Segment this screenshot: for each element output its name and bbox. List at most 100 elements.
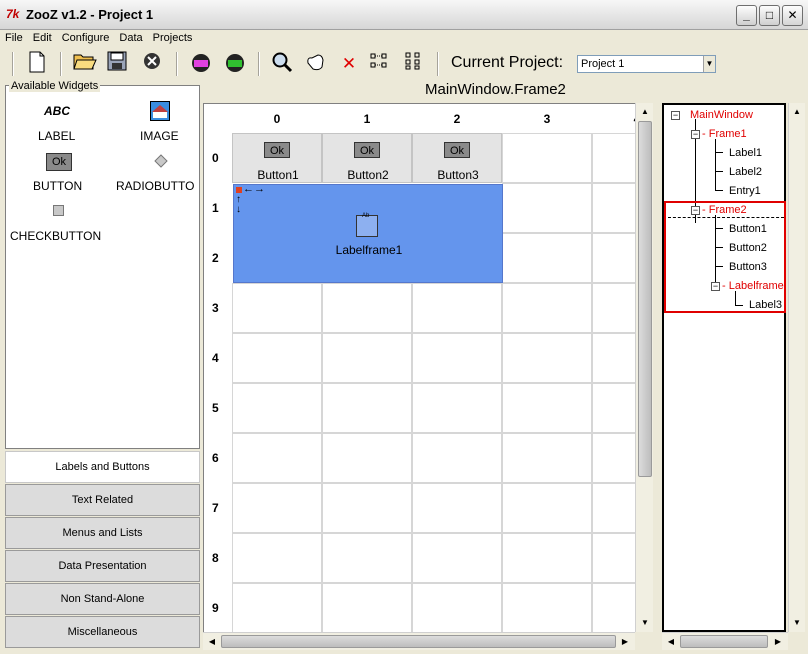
close-button[interactable]: ✕	[782, 5, 803, 26]
scroll-right-icon[interactable]: ▶	[617, 634, 633, 650]
tree-vertical-scrollbar[interactable]: ▲ ▼	[788, 103, 805, 632]
button3-widget[interactable]: Ok	[444, 142, 470, 158]
category-menus-and-lists[interactable]: Menus and Lists	[5, 517, 200, 549]
grid-cell[interactable]	[502, 133, 592, 183]
grid-cell-button3[interactable]: Ok Button3	[412, 133, 502, 183]
grid-cell[interactable]	[592, 333, 635, 383]
project-select[interactable]: Project 1	[577, 55, 716, 73]
grid-cell[interactable]	[502, 583, 592, 632]
grid-cell[interactable]	[502, 483, 592, 533]
resize-handle-icon[interactable]	[236, 187, 242, 193]
search-icon[interactable]	[269, 51, 295, 77]
labelframe-widget[interactable]: ←→ ↑ ↓ Ab Labelframe1	[233, 183, 503, 283]
image-widget-icon[interactable]	[150, 101, 170, 124]
grid-cell[interactable]	[412, 283, 502, 333]
grid-cell-button1[interactable]: Ok Button1	[232, 133, 322, 183]
grid-cell[interactable]	[322, 483, 412, 533]
menu-edit[interactable]: Edit	[28, 30, 57, 46]
tree-node-mainwindow[interactable]: MainWindow	[690, 109, 753, 121]
grid-cell[interactable]	[412, 333, 502, 383]
grid-cell[interactable]	[412, 583, 502, 632]
grid-cell[interactable]	[502, 283, 592, 333]
scroll-left-icon[interactable]: ◀	[204, 634, 220, 650]
tree-node-entry1[interactable]: Entry1	[729, 185, 761, 197]
grid-cell[interactable]	[592, 483, 635, 533]
category-miscellaneous[interactable]: Miscellaneous	[5, 616, 200, 648]
close-project-icon[interactable]	[139, 51, 165, 77]
grid-cell[interactable]	[592, 183, 635, 233]
grid-cell[interactable]	[232, 383, 322, 433]
radiobutton-widget-name[interactable]: RADIOBUTTO	[116, 179, 194, 193]
grid-cell[interactable]	[592, 583, 635, 632]
grid-cell[interactable]	[412, 483, 502, 533]
grid-layout-icon[interactable]	[366, 51, 392, 77]
grid-cell[interactable]	[322, 583, 412, 632]
grid-cell[interactable]	[592, 383, 635, 433]
grid-cell[interactable]	[322, 283, 412, 333]
button2-widget[interactable]: Ok	[354, 142, 380, 158]
tree-node-label1[interactable]: Label1	[729, 147, 762, 159]
grid-cell[interactable]	[502, 433, 592, 483]
tree-node-frame1[interactable]: - Frame1	[702, 128, 747, 140]
scroll-left-icon[interactable]: ◀	[663, 634, 679, 650]
tree-node-label2[interactable]: Label2	[729, 166, 762, 178]
horizontal-scroll-thumb[interactable]	[680, 635, 768, 648]
grid-cell[interactable]	[592, 283, 635, 333]
delete-icon[interactable]: ✕	[336, 51, 362, 77]
pack-layout-icon[interactable]	[400, 51, 426, 77]
label-widget-icon[interactable]: ABC	[44, 104, 70, 118]
widget-tree[interactable]: − MainWindow − - Frame1 Label1 Label2 En…	[662, 103, 786, 632]
horizontal-scroll-thumb[interactable]	[221, 635, 616, 648]
checkbutton-widget-name[interactable]: CHECKBUTTON	[10, 229, 101, 243]
frame-tool-icon[interactable]	[188, 51, 214, 77]
grid-cell[interactable]	[592, 133, 635, 183]
chevron-down-icon[interactable]: ▼	[703, 56, 715, 72]
resize-horizontal-icon[interactable]: ←→	[243, 183, 265, 195]
scroll-down-icon[interactable]: ▼	[637, 615, 653, 631]
button-widget-name[interactable]: BUTTON	[33, 179, 82, 193]
radiobutton-widget-icon[interactable]	[154, 154, 168, 171]
grid-canvas[interactable]: 0 1 2 3 4 0 1 2 3 4 5 6 7 8 9 Ok Button1…	[203, 103, 635, 632]
canvas-vertical-scrollbar[interactable]: ▲ ▼	[635, 103, 653, 632]
vertical-scroll-thumb[interactable]	[638, 121, 652, 477]
resize-vertical-icon[interactable]: ↑ ↓	[236, 195, 241, 215]
menu-file[interactable]: File	[0, 30, 28, 46]
category-data-presentation[interactable]: Data Presentation	[5, 550, 200, 582]
grid-cell[interactable]	[322, 433, 412, 483]
grid-cell[interactable]	[502, 383, 592, 433]
grid-cell[interactable]	[502, 333, 592, 383]
grid-cell[interactable]	[412, 533, 502, 583]
grid-cell[interactable]	[592, 233, 635, 283]
category-text-related[interactable]: Text Related	[5, 484, 200, 516]
grid-cell[interactable]	[232, 483, 322, 533]
grid-cell[interactable]	[232, 533, 322, 583]
canvas-horizontal-scrollbar[interactable]: ◀ ▶	[203, 632, 635, 650]
grid-cell[interactable]	[232, 583, 322, 632]
grid-cell[interactable]	[412, 383, 502, 433]
grid-cell[interactable]	[592, 533, 635, 583]
grid-cell-button2[interactable]: Ok Button2	[322, 133, 412, 183]
grid-cell[interactable]	[322, 533, 412, 583]
grid-cell[interactable]	[502, 533, 592, 583]
grid-cell[interactable]	[592, 433, 635, 483]
toplevel-tool-icon[interactable]	[222, 51, 248, 77]
scroll-right-icon[interactable]: ▶	[770, 634, 786, 650]
grid-cell[interactable]	[232, 333, 322, 383]
grid-cell[interactable]	[322, 383, 412, 433]
label-widget-name[interactable]: LABEL	[38, 129, 75, 143]
minimize-button[interactable]: _	[736, 5, 757, 26]
grid-cell[interactable]	[502, 183, 592, 233]
menu-configure[interactable]: Configure	[57, 30, 115, 46]
grid-cell[interactable]	[502, 233, 592, 283]
collapse-icon[interactable]: −	[691, 130, 700, 139]
hand-icon[interactable]	[302, 51, 328, 77]
button-widget-icon[interactable]: Ok	[46, 153, 72, 171]
category-labels-and-buttons[interactable]: Labels and Buttons	[5, 451, 200, 483]
image-widget-name[interactable]: IMAGE	[140, 129, 179, 143]
category-non-stand-alone[interactable]: Non Stand-Alone	[5, 583, 200, 615]
grid-cell[interactable]	[232, 283, 322, 333]
save-icon[interactable]	[104, 51, 130, 77]
collapse-icon[interactable]: −	[671, 111, 680, 120]
tree-horizontal-scrollbar[interactable]: ◀ ▶	[662, 632, 788, 650]
scroll-up-icon[interactable]: ▲	[637, 104, 653, 120]
